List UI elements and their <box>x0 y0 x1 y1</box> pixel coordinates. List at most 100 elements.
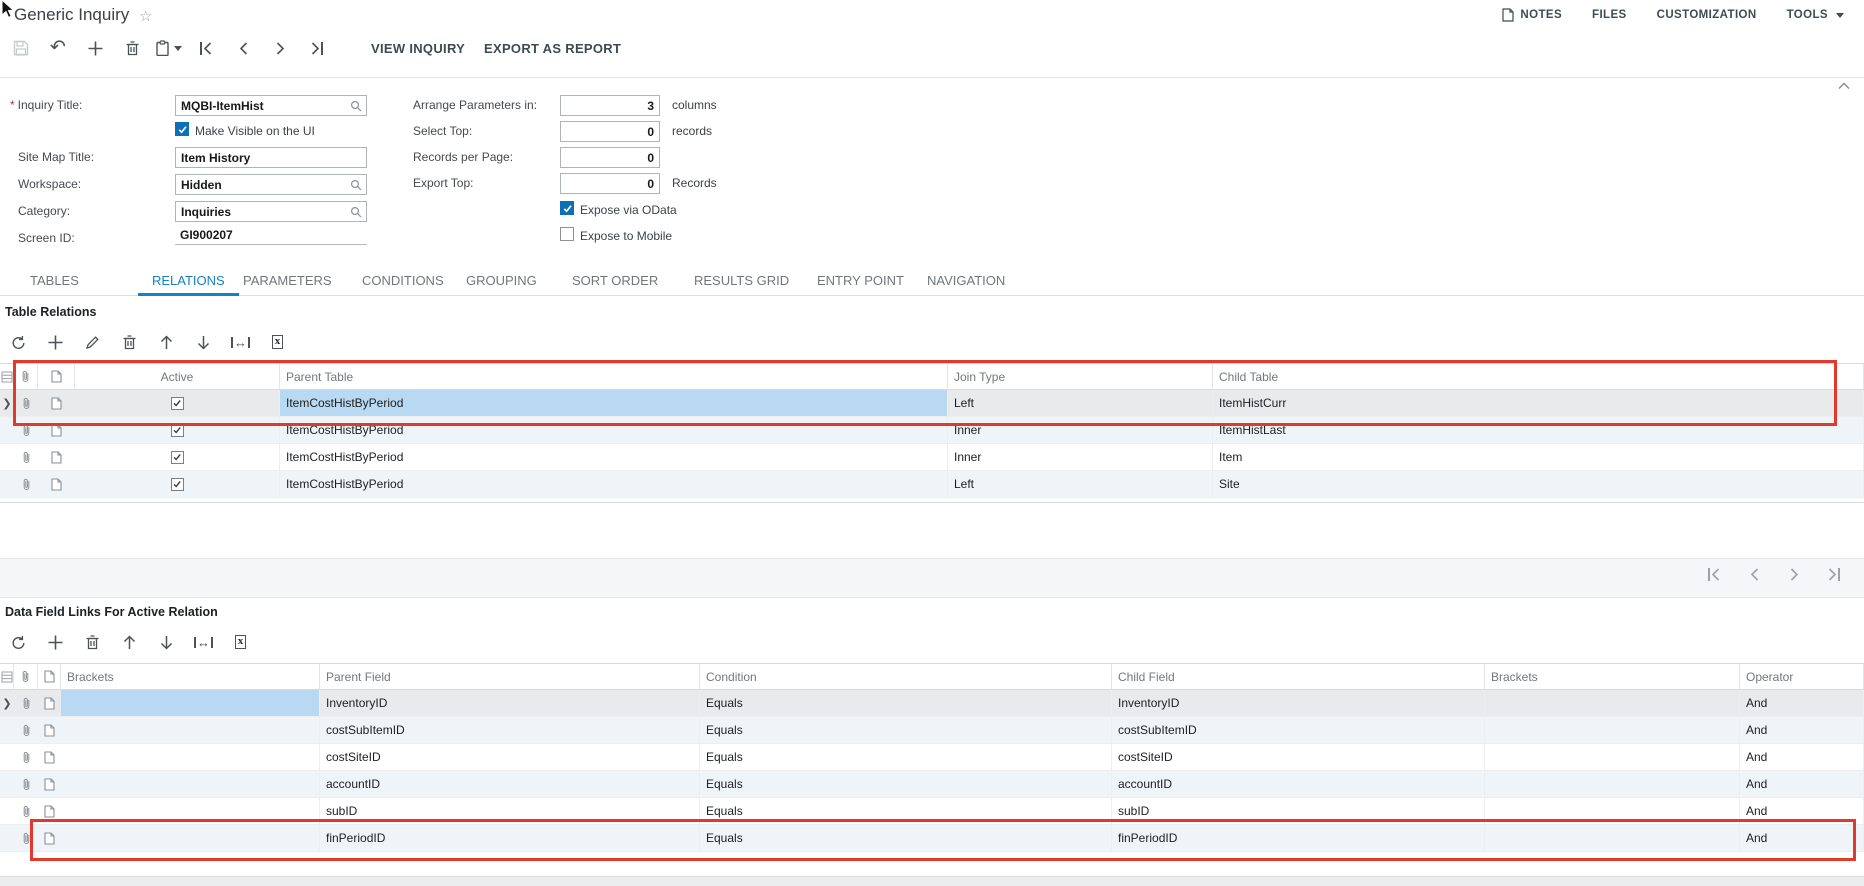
active-checkbox[interactable] <box>170 450 184 464</box>
tab-entry-point[interactable]: ENTRY POINT <box>803 273 918 288</box>
tab-sort-order[interactable]: SORT ORDER <box>558 273 672 288</box>
cell-condition[interactable]: Equals <box>700 798 1112 824</box>
cell-operator[interactable]: And <box>1740 798 1864 824</box>
move-down-button[interactable] <box>152 630 181 654</box>
cell-child-table[interactable]: ItemHistLast <box>1213 417 1864 443</box>
table-row[interactable]: ❯ ItemCostHistByPeriod Left ItemHistCurr <box>0 390 1864 417</box>
make-visible-checkbox[interactable] <box>175 122 189 136</box>
workspace-input[interactable]: Hidden <box>175 174 367 195</box>
export-excel-button[interactable]: x <box>263 330 292 354</box>
column-header-brackets[interactable]: Brackets <box>1485 664 1740 689</box>
search-icon[interactable] <box>349 178 363 192</box>
cell-operator[interactable]: And <box>1740 717 1864 743</box>
cell-join-type[interactable]: Inner <box>948 444 1213 470</box>
column-header-parent-field[interactable]: Parent Field <box>320 664 700 689</box>
add-button[interactable] <box>41 630 70 654</box>
column-header-operator[interactable]: Operator <box>1740 664 1864 689</box>
cell-condition[interactable]: Equals <box>700 690 1112 716</box>
site-map-title-input[interactable]: Item History <box>175 147 367 168</box>
move-down-button[interactable] <box>189 330 218 354</box>
cell-brackets[interactable] <box>61 825 320 851</box>
column-header-parent-table[interactable]: Parent Table <box>280 364 948 389</box>
pager-last-button[interactable] <box>1826 568 1842 581</box>
cell-active[interactable] <box>75 417 280 443</box>
view-inquiry-button[interactable]: VIEW INQUIRY <box>371 41 465 56</box>
column-header-child-field[interactable]: Child Field <box>1112 664 1485 689</box>
cell-child-field[interactable]: InventoryID <box>1112 690 1485 716</box>
records-per-page-input[interactable]: 0 <box>560 147 660 168</box>
active-checkbox[interactable] <box>170 423 184 437</box>
refresh-button[interactable] <box>4 330 33 354</box>
cell-join-type[interactable]: Inner <box>948 417 1213 443</box>
files-button[interactable]: FILES <box>1592 9 1627 21</box>
delete-button[interactable] <box>78 630 107 654</box>
pager-next-button[interactable] <box>1786 568 1802 581</box>
table-row[interactable]: ItemCostHistByPeriod Inner Item <box>0 444 1864 471</box>
delete-button[interactable] <box>117 35 147 61</box>
expose-odata-checkbox[interactable] <box>560 201 574 215</box>
cell-brackets2[interactable] <box>1485 825 1740 851</box>
table-row[interactable]: ❯ InventoryID Equals InventoryID And <box>0 690 1864 717</box>
cell-brackets2[interactable] <box>1485 798 1740 824</box>
export-as-report-button[interactable]: EXPORT AS REPORT <box>484 41 621 56</box>
next-button[interactable] <box>265 35 295 61</box>
column-header-child-table[interactable]: Child Table <box>1213 364 1864 389</box>
add-button[interactable] <box>41 330 70 354</box>
table-row[interactable]: ItemCostHistByPeriod Inner ItemHistLast <box>0 417 1864 444</box>
cell-operator[interactable]: And <box>1740 825 1864 851</box>
cell-condition[interactable]: Equals <box>700 744 1112 770</box>
cell-active[interactable] <box>75 471 280 497</box>
cell-parent-field[interactable]: costSiteID <box>320 744 700 770</box>
tab-relations[interactable]: RELATIONS <box>138 273 239 288</box>
edit-button[interactable] <box>78 330 107 354</box>
active-checkbox[interactable] <box>170 477 184 491</box>
column-header-brackets[interactable]: Brackets <box>61 664 320 689</box>
export-top-input[interactable]: 0 <box>560 173 660 194</box>
cell-brackets2[interactable] <box>1485 744 1740 770</box>
fit-width-button[interactable]: ↔ <box>226 330 255 354</box>
cell-join-type[interactable]: Left <box>948 471 1213 497</box>
cell-condition[interactable]: Equals <box>700 825 1112 851</box>
column-header-join-type[interactable]: Join Type <box>948 364 1213 389</box>
cell-child-field[interactable]: subID <box>1112 798 1485 824</box>
cell-brackets2[interactable] <box>1485 771 1740 797</box>
cell-parent-field[interactable]: InventoryID <box>320 690 700 716</box>
prev-button[interactable] <box>228 35 258 61</box>
delete-button[interactable] <box>115 330 144 354</box>
select-top-input[interactable]: 0 <box>560 121 660 142</box>
move-up-button[interactable] <box>115 630 144 654</box>
pager-first-button[interactable] <box>1706 568 1722 581</box>
collapse-panel-icon[interactable] <box>1838 82 1850 90</box>
search-icon[interactable] <box>349 205 363 219</box>
cell-child-field[interactable]: accountID <box>1112 771 1485 797</box>
tab-navigation[interactable]: NAVIGATION <box>913 273 1019 288</box>
cell-child-table[interactable]: Item <box>1213 444 1864 470</box>
inquiry-title-input[interactable]: MQBI-ItemHist <box>175 95 367 116</box>
category-input[interactable]: Inquiries <box>175 201 367 222</box>
export-excel-button[interactable]: x <box>226 630 255 654</box>
tab-grouping[interactable]: GROUPING <box>452 273 551 288</box>
cell-parent-table[interactable]: ItemCostHistByPeriod <box>280 471 948 497</box>
tab-parameters[interactable]: PARAMETERS <box>229 273 346 288</box>
cell-child-field[interactable]: costSiteID <box>1112 744 1485 770</box>
refresh-button[interactable] <box>4 630 33 654</box>
cell-active[interactable] <box>75 390 280 416</box>
cell-active[interactable] <box>75 444 280 470</box>
cell-parent-table[interactable]: ItemCostHistByPeriod <box>280 417 948 443</box>
active-checkbox[interactable] <box>170 396 184 410</box>
cell-condition[interactable]: Equals <box>700 771 1112 797</box>
column-header-active[interactable]: Active <box>75 364 280 389</box>
expose-mobile-checkbox[interactable] <box>560 227 574 241</box>
search-icon[interactable] <box>349 99 363 113</box>
cell-operator[interactable]: And <box>1740 771 1864 797</box>
table-row[interactable]: finPeriodID Equals finPeriodID And <box>0 825 1864 852</box>
cell-brackets[interactable] <box>61 690 320 716</box>
cell-parent-table[interactable]: ItemCostHistByPeriod <box>280 444 948 470</box>
table-row[interactable]: subID Equals subID And <box>0 798 1864 825</box>
tools-button[interactable]: TOOLS <box>1787 9 1844 21</box>
cell-join-type[interactable]: Left <box>948 390 1213 416</box>
cell-condition[interactable]: Equals <box>700 717 1112 743</box>
tab-results-grid[interactable]: RESULTS GRID <box>680 273 803 288</box>
cell-operator[interactable]: And <box>1740 744 1864 770</box>
add-button[interactable] <box>80 35 110 61</box>
